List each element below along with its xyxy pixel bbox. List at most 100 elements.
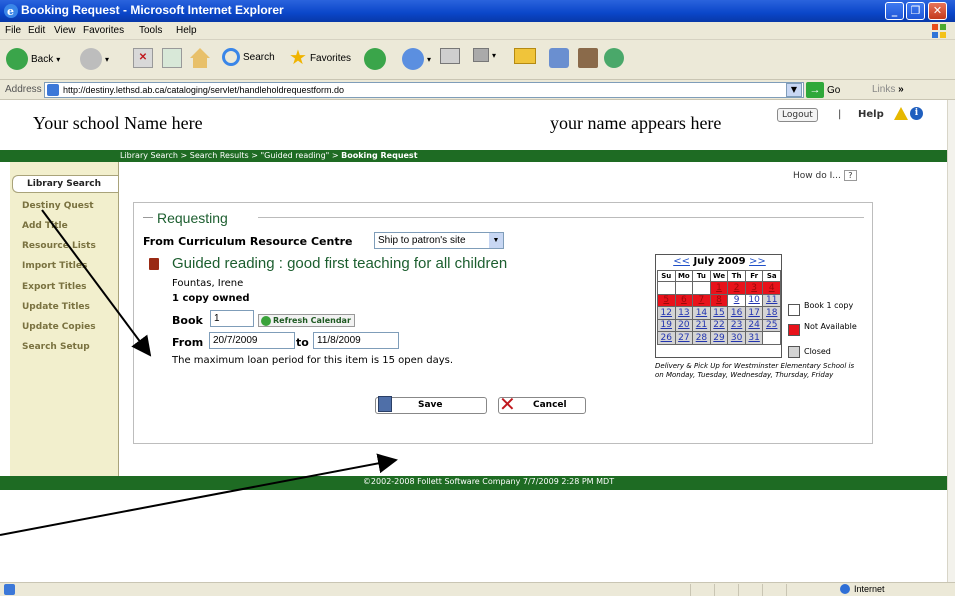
calendar-day[interactable]: 28 [692,331,711,345]
next-month-link[interactable]: >> [749,256,766,267]
save-button[interactable]: Save [375,396,487,414]
warning-icon[interactable] [894,107,908,120]
calendar-day[interactable]: 21 [692,318,711,332]
search-button[interactable]: Search [222,48,275,66]
favorites-button[interactable]: ★ Favorites [289,48,351,68]
legend-book-swatch [788,304,800,316]
sidebar-item-search-setup[interactable]: Search Setup [22,342,90,352]
refresh-calendar-button[interactable]: Refresh Calendar [258,314,355,327]
calendar-day[interactable]: 16 [727,306,746,320]
sidebar-item-update-copies[interactable]: Update Copies [22,322,96,332]
close-button[interactable]: ✕ [928,2,947,20]
info-icon[interactable]: i [910,107,923,120]
calendar-day[interactable]: 7 [692,293,711,307]
book-quantity-input[interactable]: 1 [210,310,254,327]
how-do-i-link[interactable]: How do I...? [793,170,857,181]
vertical-scrollbar[interactable] [947,100,955,582]
browser-toolbar: Back ▾ ▾ ✕ Search ★ Favorites ▾ ▾ [0,40,955,80]
calendar-day[interactable]: 1 [709,281,729,295]
menu-help[interactable]: Help [176,25,197,36]
from-date-input[interactable]: 20/7/2009 [209,332,295,349]
menu-favorites[interactable]: Favorites [83,25,124,36]
home-button[interactable] [190,48,210,68]
print-button[interactable] [440,48,460,64]
calendar-day[interactable]: 31 [744,331,764,345]
calendar-day[interactable]: 22 [709,318,729,332]
help-link[interactable]: Help [858,109,884,120]
svg-text:e: e [7,5,14,18]
calendar-day[interactable]: 29 [709,331,729,345]
links-button[interactable]: Links » [872,84,904,95]
menu-view[interactable]: View [54,25,76,36]
go-button[interactable]: → Go [806,82,840,98]
sidebar-item-add-title[interactable]: Add Title [22,221,68,231]
calendar-day[interactable]: 24 [744,318,764,332]
calendar-day[interactable]: 20 [674,318,694,332]
menu-file[interactable]: File [5,25,21,36]
sidebar-item-update-titles[interactable]: Update Titles [22,302,90,312]
mail-button[interactable]: ▾ [402,48,431,70]
forward-button[interactable]: ▾ [80,48,109,70]
people-button[interactable] [604,48,624,68]
breadcrumb[interactable]: Library Search > Search Results > "Guide… [120,151,418,160]
calendar-day[interactable]: 14 [692,306,711,320]
book-title[interactable]: Guided reading : good first teaching for… [172,255,507,272]
calendar-day[interactable]: 30 [727,331,746,345]
calendar-day[interactable]: 4 [762,281,781,295]
messenger-button[interactable] [549,48,569,68]
refresh-button[interactable] [162,48,182,68]
calendar-day[interactable]: 26 [657,331,676,345]
sidebar-item-import-titles[interactable]: Import Titles [22,261,87,271]
folder-button[interactable] [514,48,536,64]
calendar-day[interactable]: 8 [709,293,729,307]
calendar-day[interactable]: 10 [744,293,764,307]
research-button[interactable] [578,48,598,68]
calendar-week: 26 27 28 29 30 31 [657,331,781,345]
address-dropdown-button[interactable]: ▼ [786,83,802,97]
maximize-button[interactable]: ❐ [906,2,925,20]
calendar-day[interactable]: 18 [762,306,781,320]
calendar-day[interactable]: 6 [674,293,694,307]
status-cell [762,584,786,596]
weekday-row: Su Mo Tu We Th Fr Sa [657,270,781,282]
from-date-label: From [172,336,204,349]
weekday-label: Th [727,270,746,282]
ship-option-select[interactable]: Ship to patron's site ▼ [374,232,504,249]
legend-closed: Closed [804,347,831,356]
history-button[interactable] [364,48,386,70]
logout-button[interactable]: Logout [777,108,818,122]
calendar-day[interactable]: 5 [657,293,676,307]
stop-button[interactable]: ✕ [133,48,153,68]
calendar-day[interactable]: 23 [727,318,746,332]
calendar-day[interactable]: 12 [657,306,676,320]
status-bar: Internet [0,582,955,596]
school-name: Your school Name here [33,113,203,133]
sidebar-item-resource-lists[interactable]: Resource Lists [22,241,96,251]
calendar-day[interactable]: 3 [744,281,764,295]
calendar-day[interactable]: 11 [762,293,781,307]
calendar-day[interactable]: 2 [727,281,746,295]
to-date-input[interactable]: 11/8/2009 [313,332,399,349]
edit-button[interactable]: ▾ [473,48,496,62]
window-title-bar[interactable]: e Booking Request - Microsoft Internet E… [0,0,955,22]
minimize-button[interactable]: _ [885,2,904,20]
menu-edit[interactable]: Edit [28,25,45,36]
calendar-day[interactable]: 13 [674,306,694,320]
calendar-day[interactable]: 15 [709,306,729,320]
sidebar-item-destiny-quest[interactable]: Destiny Quest [22,201,94,211]
calendar-day[interactable]: 19 [657,318,676,332]
sidebar-item-export-titles[interactable]: Export Titles [22,282,87,292]
url-input[interactable]: http://destiny.lethsd.ab.ca/cataloging/s… [44,82,804,98]
user-name: your name appears here [550,113,722,133]
calendar-day[interactable]: 25 [762,318,781,332]
sidebar-item-library-search[interactable]: Library Search [12,175,118,193]
back-arrow-icon [6,48,28,70]
calendar-day[interactable]: 27 [674,331,694,345]
calendar-day[interactable]: 9 [727,293,746,307]
back-button[interactable]: Back ▾ [6,48,60,70]
prev-month-link[interactable]: << [673,256,690,267]
calendar-empty-cell [674,281,694,295]
menu-tools[interactable]: Tools [139,25,162,36]
cancel-button[interactable]: ✕ Cancel [498,394,586,414]
calendar-day[interactable]: 17 [744,306,764,320]
